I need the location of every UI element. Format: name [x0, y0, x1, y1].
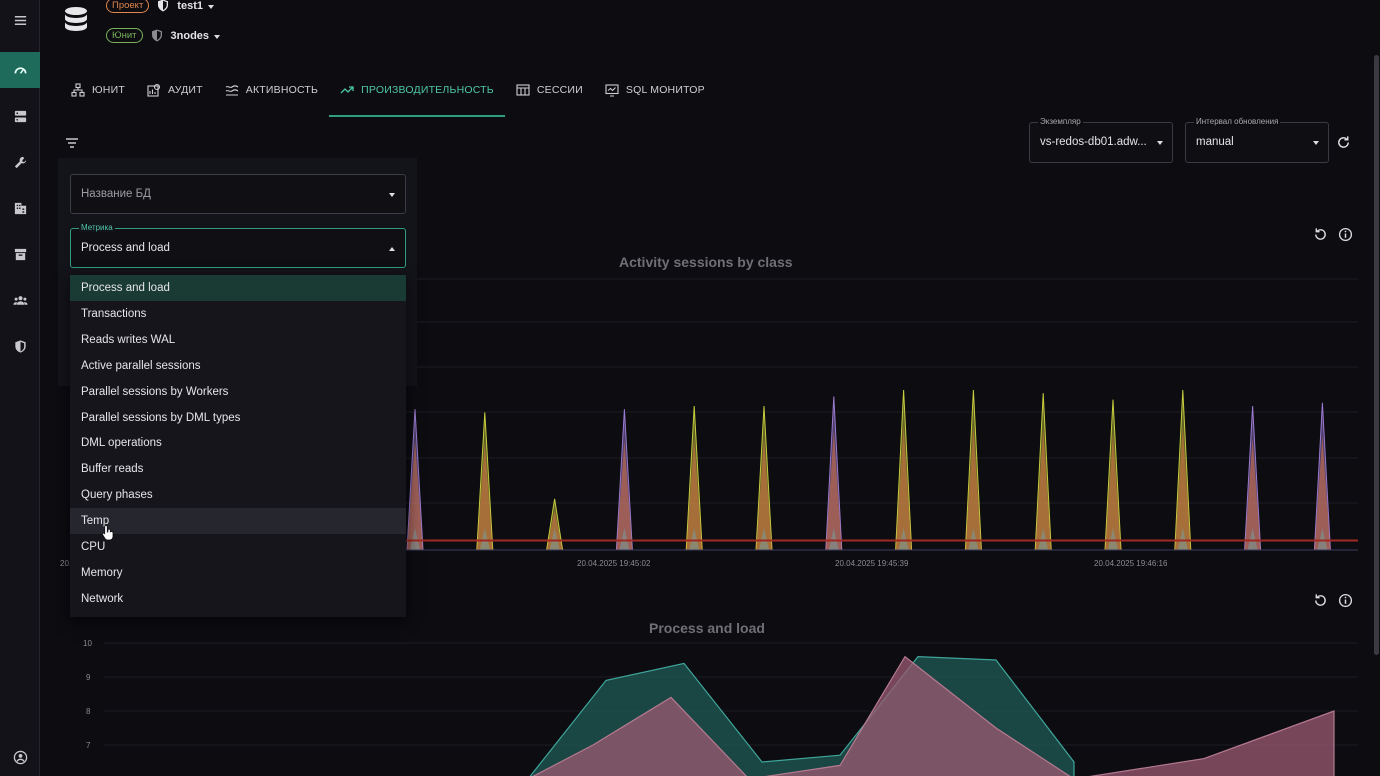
- y-tick-label: 9: [86, 673, 91, 682]
- shield-icon: [158, 0, 169, 12]
- metric-option[interactable]: Buffer reads: [70, 456, 406, 482]
- audit-icon: [147, 83, 161, 97]
- shield-icon: [151, 29, 162, 42]
- process-and-load-chart: 10 9 8 7: [83, 639, 1358, 776]
- metric-option[interactable]: Query phases: [70, 482, 406, 508]
- spike-mark: [546, 498, 564, 551]
- y-tick-label: 7: [86, 741, 91, 750]
- y-tick-label: 10: [83, 639, 92, 648]
- unit-badge: Юнит: [106, 28, 143, 43]
- unit-row: Юнит 3nodes: [106, 28, 221, 43]
- table-icon: [516, 84, 530, 96]
- app-root: Проект test1 Юнит 3nodes ЮНИТ АУДИТ АКТИ…: [0, 0, 1380, 776]
- wrench-icon[interactable]: [0, 144, 40, 180]
- building-icon[interactable]: [0, 190, 40, 226]
- info-icon[interactable]: [1338, 227, 1353, 242]
- instance-select[interactable]: Экземпляр vs-redos-db01.adw...: [1029, 117, 1173, 163]
- db-name-placeholder: Название БД: [81, 188, 151, 200]
- unit-selector[interactable]: 3nodes: [171, 30, 221, 42]
- chevron-down-icon: [1313, 141, 1319, 145]
- account-icon[interactable]: [0, 739, 40, 775]
- interval-select-value: manual: [1196, 136, 1234, 148]
- dashboard-icon[interactable]: [0, 52, 40, 88]
- spike-mark: [476, 412, 494, 551]
- info-icon[interactable]: [1338, 593, 1353, 608]
- reset-icon[interactable]: [1313, 227, 1328, 242]
- y-tick-label: 8: [86, 707, 91, 716]
- db-name-select[interactable]: Название БД: [70, 174, 406, 214]
- users-icon[interactable]: [0, 282, 40, 318]
- spike-mark: [895, 389, 913, 551]
- instance-select-value: vs-redos-db01.adw...: [1040, 136, 1147, 148]
- spike-mark: [755, 405, 773, 551]
- sitemap-icon: [71, 83, 85, 97]
- trend-icon: [340, 86, 354, 94]
- metric-select-label: Метрика: [79, 223, 115, 232]
- tab-performance[interactable]: ПРОИЗВОДИТЕЛЬНОСТЬ: [329, 67, 505, 117]
- metric-option[interactable]: CPU: [70, 534, 406, 560]
- tab-sql-monitor[interactable]: SQL МОНИТОР: [594, 67, 716, 113]
- server-icon[interactable]: [0, 98, 40, 134]
- spike-mark: [1244, 405, 1262, 551]
- interval-select[interactable]: Интервал обновления manual: [1185, 117, 1329, 163]
- tab-unit[interactable]: ЮНИТ: [60, 67, 136, 113]
- metric-option[interactable]: Reads writes WAL: [70, 327, 406, 353]
- metric-option[interactable]: Parallel sessions by DML types: [70, 405, 406, 431]
- metric-option[interactable]: Network: [70, 586, 406, 612]
- x-tick-label: 20.04.2025 19:45:39: [835, 559, 909, 568]
- metric-select[interactable]: Метрика Process and load: [70, 223, 406, 268]
- hand-cursor-icon: [102, 525, 114, 541]
- x-tick-label: 20.04.2025 19:45:02: [577, 559, 651, 568]
- metric-option[interactable]: Process and load: [70, 275, 406, 301]
- metric-option[interactable]: Active parallel sessions: [70, 353, 406, 379]
- reset-icon[interactable]: [1313, 593, 1328, 608]
- chevron-down-icon: [1157, 141, 1163, 145]
- spike-mark: [1104, 399, 1122, 551]
- chart-title-process: Process and load: [649, 620, 765, 636]
- chevron-down-icon: [214, 34, 221, 39]
- project-selector[interactable]: test1: [177, 0, 215, 12]
- monitor-icon: [605, 84, 619, 97]
- chevron-up-icon: [389, 247, 395, 251]
- spike-mark: [406, 409, 424, 551]
- refresh-icon[interactable]: [1336, 135, 1351, 150]
- tab-bar: ЮНИТ АУДИТ АКТИВНОСТЬ ПРОИЗВОДИТЕЛЬНОСТЬ…: [60, 67, 716, 117]
- spike-mark: [1034, 393, 1052, 551]
- spike-mark: [615, 409, 633, 551]
- project-row: Проект test1: [106, 0, 215, 13]
- spike-mark: [964, 389, 982, 551]
- waves-icon: [225, 85, 239, 96]
- instance-select-label: Экземпляр: [1038, 117, 1083, 126]
- spike-mark: [825, 396, 843, 551]
- metric-option[interactable]: Memory: [70, 560, 406, 586]
- project-badge: Проект: [106, 0, 150, 13]
- database-logo-icon: [61, 5, 91, 35]
- left-rail: [0, 0, 40, 776]
- tab-activity[interactable]: АКТИВНОСТЬ: [214, 67, 329, 113]
- tab-audit[interactable]: АУДИТ: [136, 67, 214, 113]
- spike-mark: [1313, 402, 1331, 551]
- page-scrollbar[interactable]: [1374, 55, 1379, 655]
- tab-sessions[interactable]: СЕССИИ: [505, 67, 594, 113]
- metric-option[interactable]: DML operations: [70, 430, 406, 456]
- spike-mark: [685, 405, 703, 551]
- metric-dropdown-list: Process and load Transactions Reads writes…: [70, 275, 406, 617]
- metric-select-value: Process and load: [81, 242, 170, 254]
- metric-option[interactable]: Parallel sessions by Workers: [70, 379, 406, 405]
- interval-select-label: Интервал обновления: [1194, 117, 1281, 126]
- metric-option[interactable]: Temp: [70, 508, 406, 535]
- archive-icon[interactable]: [0, 236, 40, 272]
- x-tick-label: 20.04.2025 19:46:16: [1094, 559, 1168, 568]
- menu-icon[interactable]: [0, 2, 40, 38]
- chevron-down-icon: [208, 4, 215, 9]
- metric-option[interactable]: Transactions: [70, 301, 406, 327]
- filter-icon[interactable]: [65, 136, 79, 150]
- chart-title-activity: Activity sessions by class: [619, 254, 793, 270]
- shield-icon[interactable]: [0, 328, 40, 364]
- chevron-down-icon: [389, 193, 395, 197]
- spike-mark: [1174, 389, 1192, 551]
